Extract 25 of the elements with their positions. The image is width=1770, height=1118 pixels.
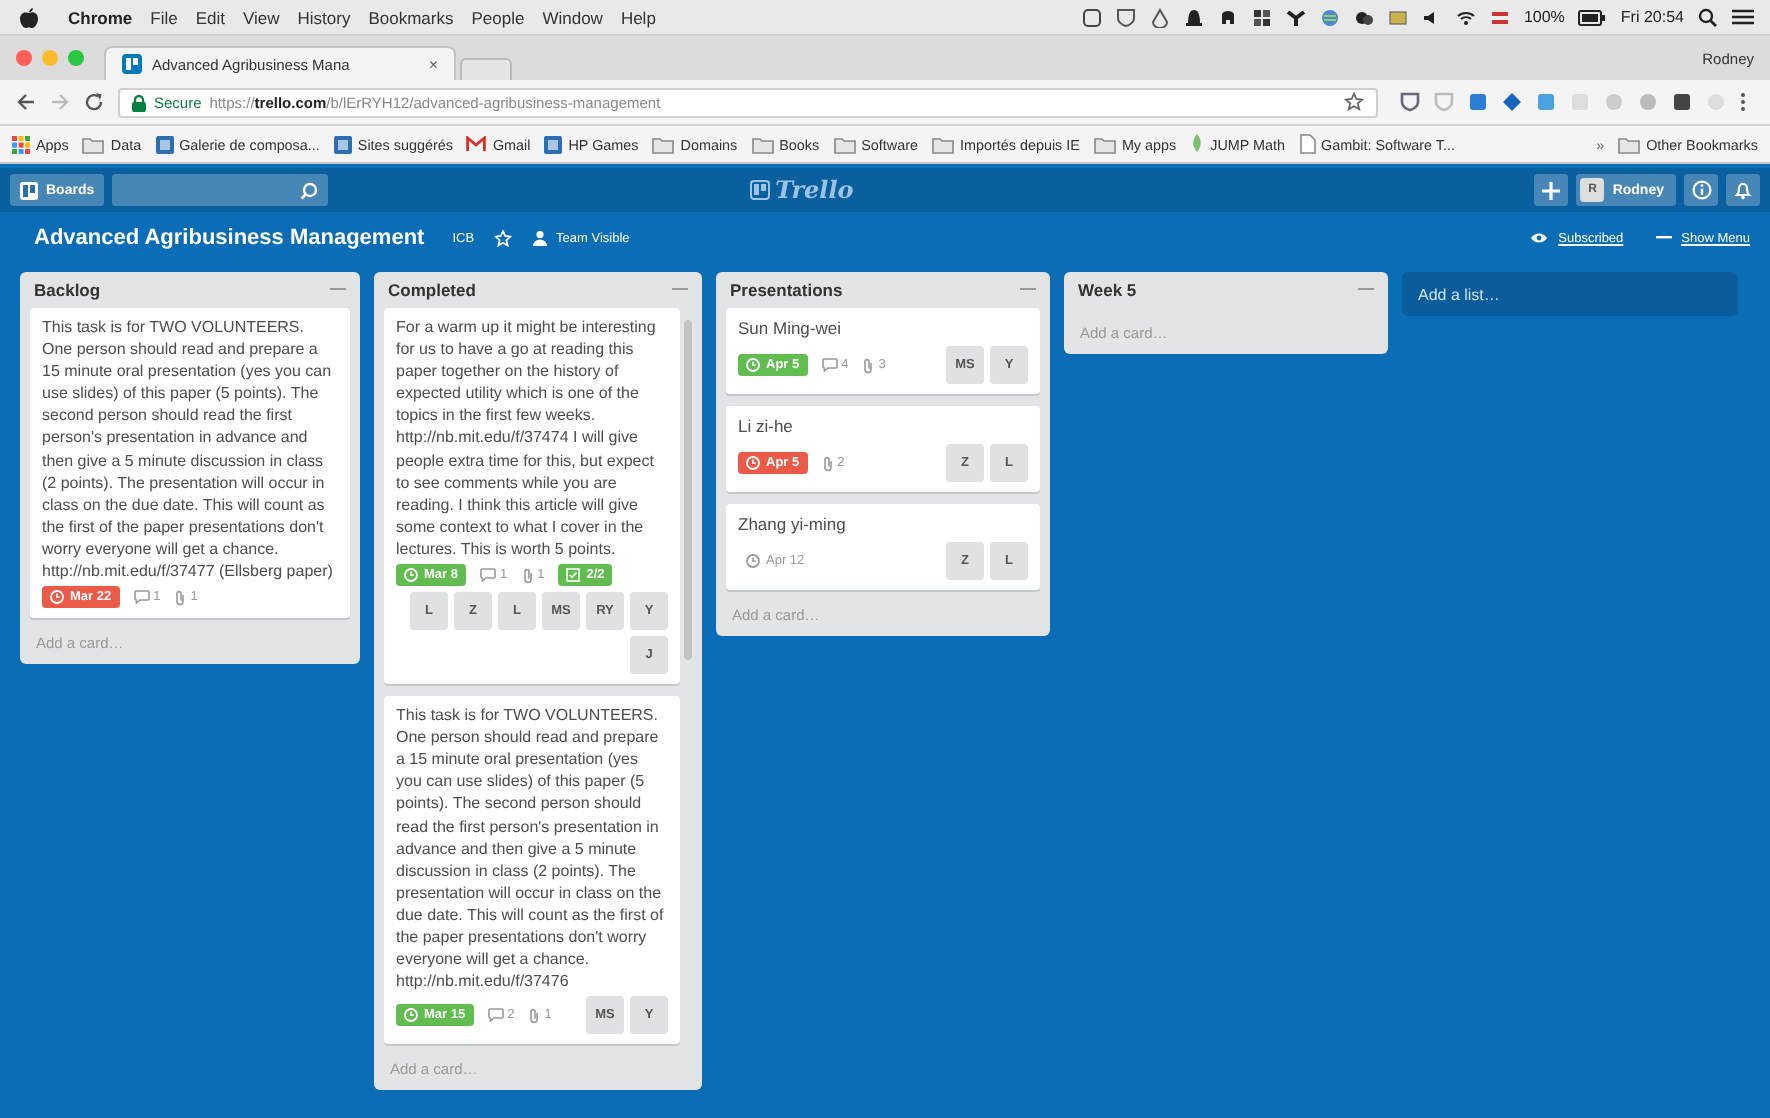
menu-item[interactable]: File [150, 7, 178, 27]
list-title[interactable]: Presentations [730, 280, 843, 300]
menu-item[interactable]: Edit [195, 7, 225, 27]
add-list-button[interactable]: Add a list… [1402, 272, 1738, 316]
card-text: Li zi-he [738, 414, 795, 440]
tab-close-button[interactable]: × [428, 55, 438, 73]
list-title[interactable]: Completed [388, 280, 476, 300]
list-title[interactable]: Week 5 [1078, 280, 1137, 300]
menu-item[interactable]: Chrome [68, 7, 133, 27]
menu-item[interactable]: History [297, 7, 351, 27]
card-text: Zhang yi-ming [738, 512, 848, 538]
menu-item[interactable]: People [471, 7, 525, 27]
menu-item[interactable]: Window [542, 7, 603, 27]
menu-item[interactable]: View [242, 7, 280, 27]
card-text: Sun Ming-wei [738, 316, 843, 342]
card-text: For a warm up it might be interesting for us to have a go at reading this paper together on the history of expected utility which is one of the topics in the first few weeks. http://nb.mit.edu/f/37474 I will give people extra time for this, but expect to see comments while you are reading. I think this article will give some context to what I cover in the lectures. This is worth 5 points. [396, 316, 658, 561]
card-text: This task is for TWO VOLUNTEERS. One person should read and prepare a 15 minute oral presentation (yes you can use slides) of this paper (5 points). The second person should read the first person's presentation in advance and then give a 5 minute discussion in class (2 points). The presentation will occur in class on the due date. This will count as the first of the paper presentations don't worry everyone will get a chance. http://nb.mit.edu/f/37477 (Ellsberg paper) [42, 316, 335, 583]
battery-percent: 100% [1523, 8, 1565, 26]
menu-item[interactable]: Bookmarks [368, 7, 454, 27]
menu-clock[interactable]: Fri 20:54 [1620, 8, 1684, 26]
logo-text: Trello [775, 176, 854, 204]
board-title[interactable]: Advanced Agribusiness Management [34, 226, 425, 250]
menu-item[interactable]: Help [620, 7, 656, 27]
list-title[interactable]: Backlog [34, 280, 101, 300]
card-text: This task is for TWO VOLUNTEERS. One person should read and prepare a 15 minute oral presentation (yes you can use slides) of this paper (5 points). The second person should read the first person's presentation in advance and then give a 5 minute discussion in class (2 points). The presentation will occur in class on the due date. This will count as the first of the paper presentations don't worry everyone will get a chance. http://nb.mit.edu/f/37476 [396, 704, 666, 993]
